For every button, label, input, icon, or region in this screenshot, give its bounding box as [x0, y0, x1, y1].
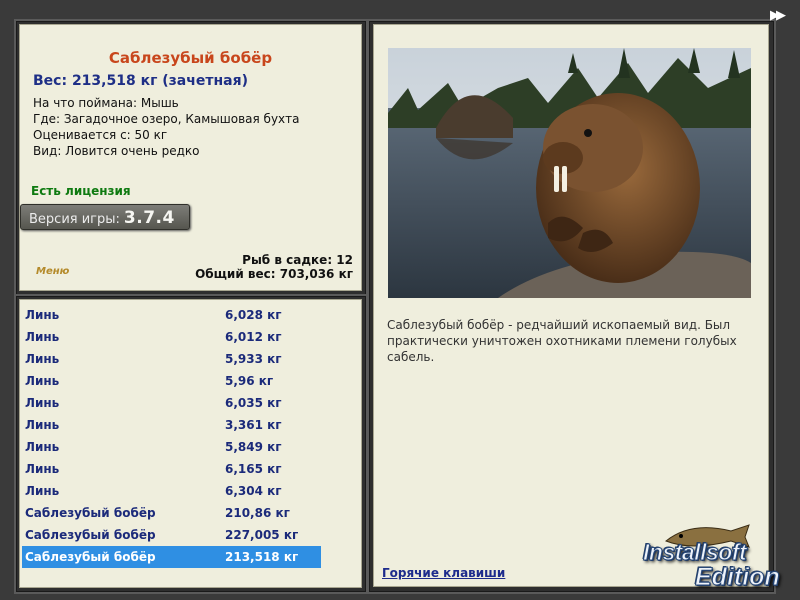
location-info: Где: Загадочное озеро, Камышовая бухта: [33, 112, 300, 126]
catch-name: Саблезубый бобёр: [25, 528, 156, 542]
catch-weight: 6,028 кг: [225, 308, 282, 322]
catch-weight: 6,165 кг: [225, 462, 282, 476]
catch-row[interactable]: Линь 6,165 кг: [22, 458, 321, 480]
catch-name: Линь: [25, 440, 60, 454]
catch-row[interactable]: Линь 5,933 кг: [22, 348, 321, 370]
catch-row[interactable]: Линь 6,035 кг: [22, 392, 321, 414]
fish-description: Саблезубый бобёр - редчайший ископаемый …: [387, 318, 737, 364]
catch-name: Линь: [25, 330, 60, 344]
valuation-info: Оценивается с: 50 кг: [33, 128, 168, 142]
catch-name: Линь: [25, 396, 60, 410]
catch-row[interactable]: Линь 6,304 кг: [22, 480, 321, 502]
installsoft-logo: Installsoft Edition: [642, 521, 799, 595]
catch-row[interactable]: Линь 5,849 кг: [22, 436, 321, 458]
catch-name: Линь: [25, 352, 60, 366]
catch-weight: 6,012 кг: [225, 330, 282, 344]
fish-title: Саблезубый бобёр: [108, 49, 273, 67]
beaver-image: [388, 48, 751, 298]
catch-row[interactable]: Саблезубый бобёр 227,005 кг: [22, 524, 321, 546]
menu-link[interactable]: Меню: [36, 266, 69, 277]
catch-row[interactable]: Линь 6,012 кг: [22, 326, 321, 348]
brand-line2: Edition: [695, 563, 781, 592]
catch-weight: 6,035 кг: [225, 396, 282, 410]
species-info: Вид: Ловится очень редко: [33, 144, 200, 158]
version-badge: Версия игры: 3.7.4: [20, 204, 190, 230]
catch-weight: 5,933 кг: [225, 352, 282, 366]
catch-weight: 213,518 кг: [225, 550, 299, 564]
catch-weight: 5,849 кг: [225, 440, 282, 454]
catch-row[interactable]: Саблезубый бобёр 210,86 кг: [22, 502, 321, 524]
hotkeys-link[interactable]: Горячие клавиши: [382, 566, 505, 580]
fish-info-panel: Саблезубый бобёр Вес: 213,518 кг (зачетн…: [19, 24, 362, 291]
brand-line1: Installsoft: [642, 539, 747, 566]
version-number: 3.7.4: [123, 208, 175, 228]
catch-name: Линь: [25, 418, 60, 432]
catch-weight: 3,361 кг: [225, 418, 282, 432]
catch-name: Саблезубый бобёр: [25, 550, 156, 564]
catch-row[interactable]: Линь 5,96 кг: [22, 370, 321, 392]
catch-list-panel: Линь 6,028 кг Линь 6,012 кг Линь 5,933 кг Линь…: [19, 299, 362, 588]
fast-forward-icon[interactable]: ▶▶: [770, 8, 786, 23]
fish-weight: Вес: 213,518 кг (зачетная): [33, 73, 248, 89]
catch-row[interactable]: Линь 6,028 кг: [22, 304, 321, 326]
fish-photo: [388, 48, 751, 298]
catch-name: Линь: [25, 484, 60, 498]
bait-info: На что поймана: Мышь: [33, 96, 179, 110]
catch-name: Линь: [25, 462, 60, 476]
total-weight: Общий вес: 703,036 кг: [195, 267, 353, 281]
license-status: Есть лицензия: [31, 184, 131, 198]
catch-weight: 210,86 кг: [225, 506, 290, 520]
catch-row[interactable]: Линь 3,361 кг: [22, 414, 321, 436]
catch-name: Линь: [25, 308, 60, 322]
cage-count: Рыб в садке: 12: [242, 253, 353, 267]
catch-weight: 5,96 кг: [225, 374, 274, 388]
catch-name: Саблезубый бобёр: [25, 506, 156, 520]
catch-name: Линь: [25, 374, 60, 388]
version-label: Версия игры:: [29, 212, 120, 227]
detail-panel: Саблезубый бобёр - редчайший ископаемый …: [373, 24, 769, 587]
catch-row[interactable]: Саблезубый бобёр 213,518 кг: [22, 546, 321, 568]
catch-weight: 227,005 кг: [225, 528, 299, 542]
catch-weight: 6,304 кг: [225, 484, 282, 498]
